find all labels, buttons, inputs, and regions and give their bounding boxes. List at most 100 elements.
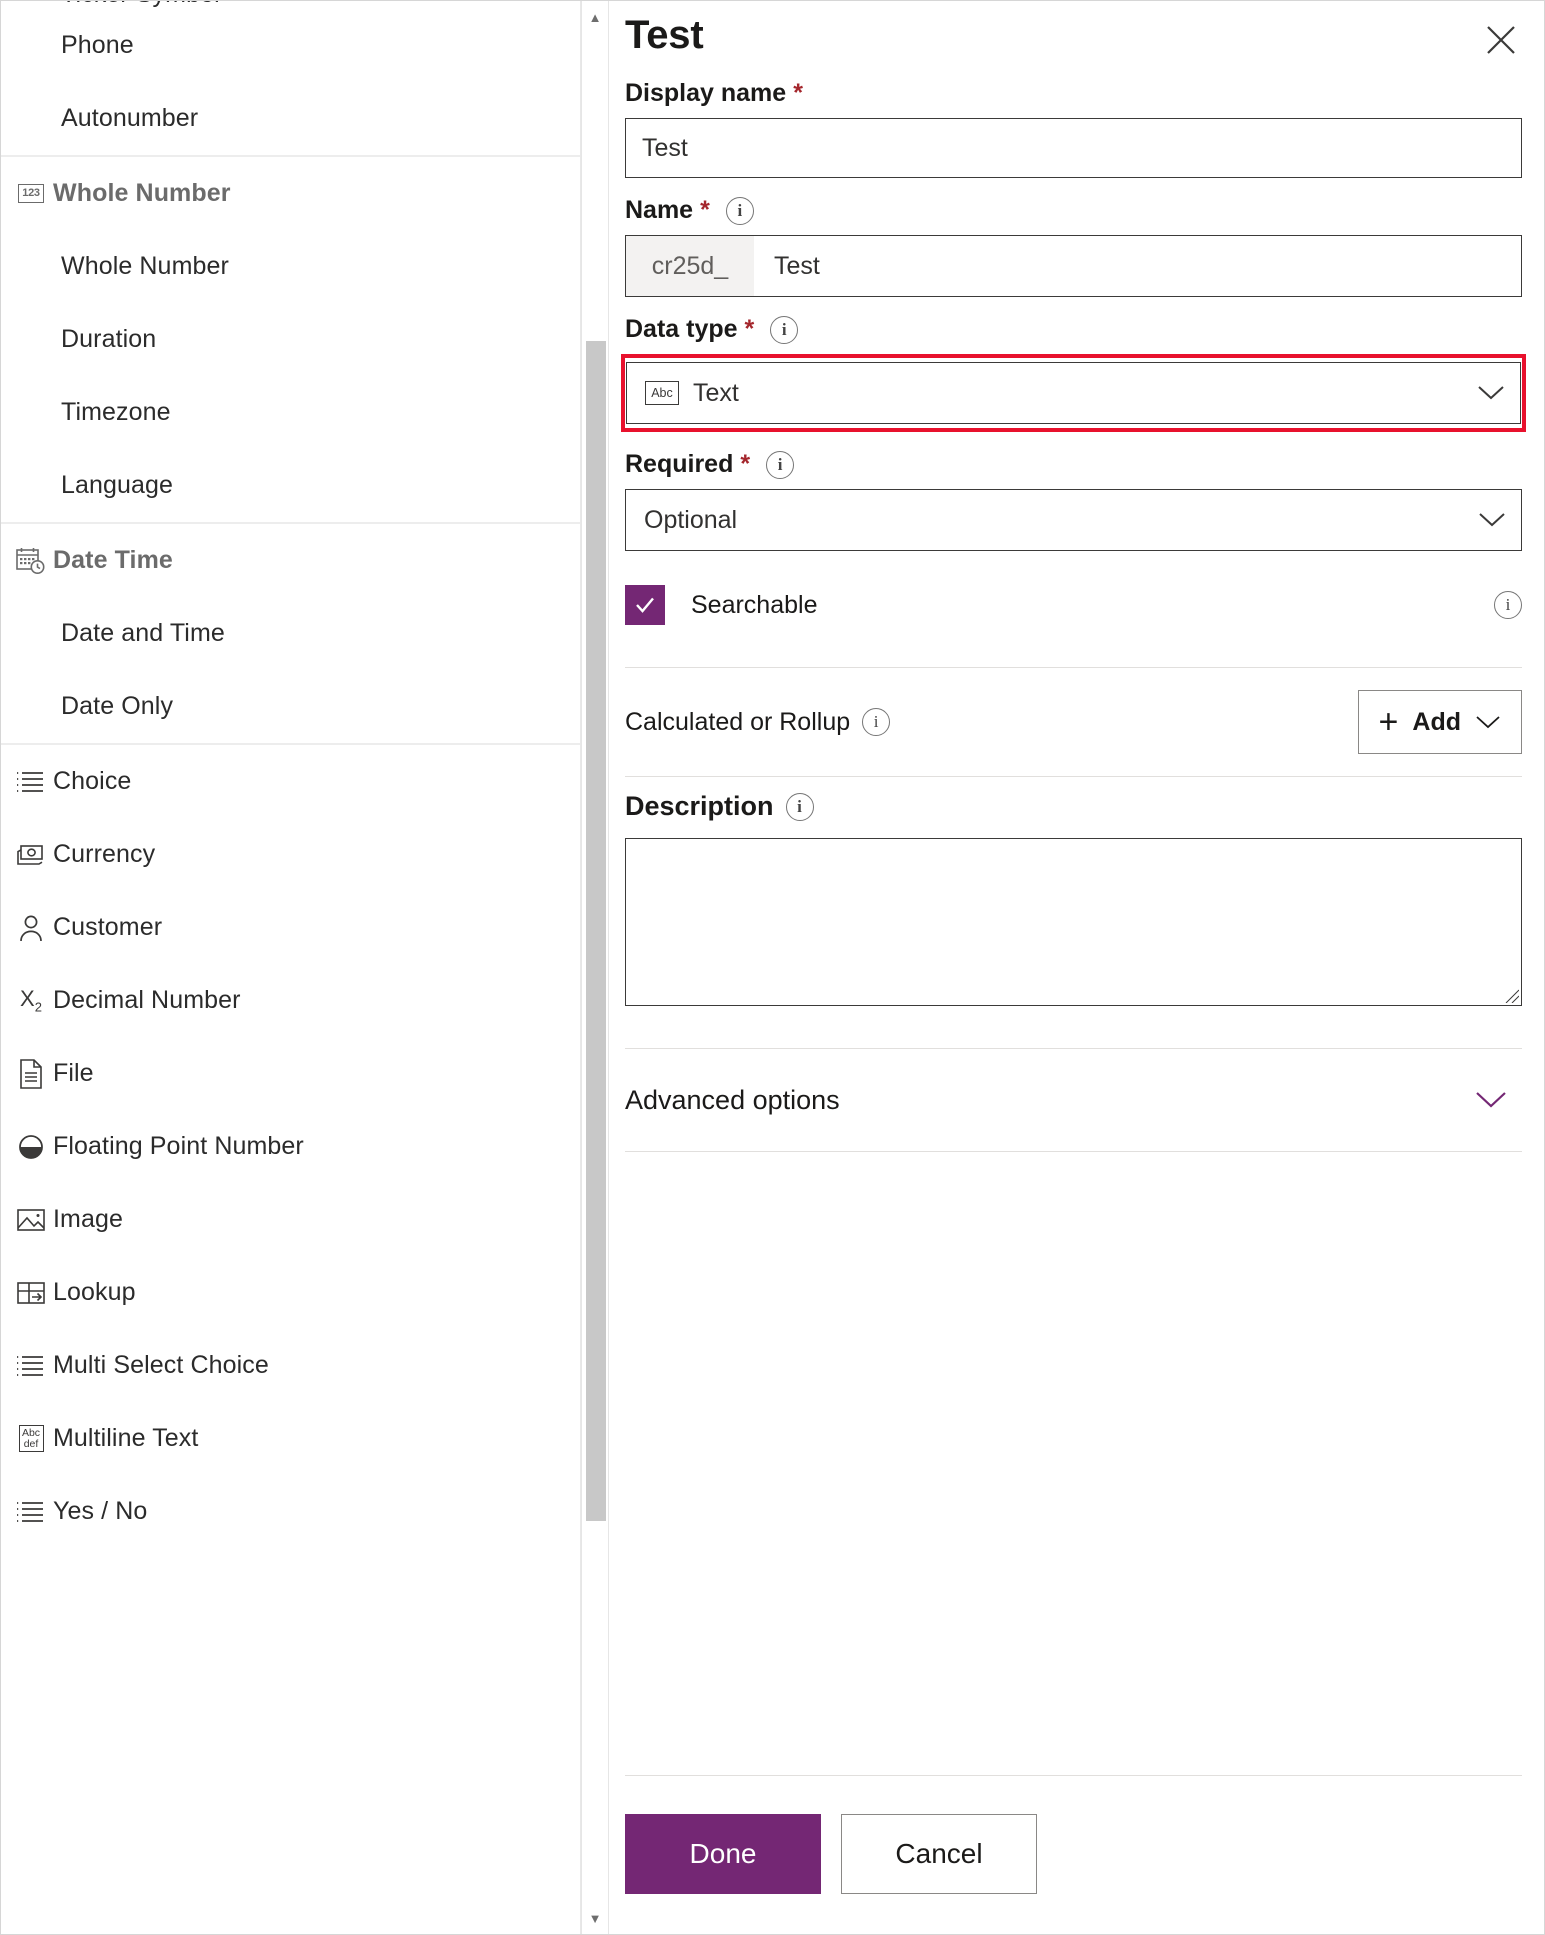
info-icon[interactable]: i (1494, 591, 1522, 619)
list-item-label: Yes / No (53, 1497, 148, 1525)
name-label-text: Name (625, 196, 694, 224)
banknote-icon (9, 843, 53, 867)
add-button-label: Add (1412, 707, 1461, 736)
info-icon[interactable]: i (725, 196, 754, 225)
scrollbar-thumb[interactable] (586, 341, 606, 1521)
list-item-duration[interactable]: Duration (1, 303, 580, 376)
list-item-autonumber[interactable]: Autonumber (1, 82, 580, 155)
list-item-label: Phone (61, 31, 134, 59)
list-item-label: Autonumber (61, 104, 199, 132)
add-button[interactable]: + Add (1357, 690, 1522, 754)
resize-grip-icon (1505, 989, 1519, 1003)
required-label-text: Required (625, 450, 734, 478)
abc-def-box-icon: Abc def (9, 1425, 53, 1452)
chevron-down-icon[interactable] (1477, 511, 1507, 529)
list-item-phone[interactable]: Phone (1, 9, 580, 82)
list-item-multiline-text[interactable]: Abc def Multiline Text (1, 1402, 580, 1475)
description-field: Description i (625, 777, 1522, 1006)
list-item-language[interactable]: Language (1, 449, 580, 522)
scroll-down-arrow-icon[interactable]: ▼ (582, 1904, 608, 1932)
calculated-or-rollup-label: Calculated or Rollup i (625, 707, 891, 737)
panel-footer: Done Cancel (625, 1775, 1522, 1934)
searchable-checkbox[interactable] (625, 585, 665, 625)
required-label: Required * i (625, 450, 1522, 479)
list-item-label: Timezone (61, 398, 171, 426)
panel-scrollbar[interactable]: ▲ ▼ (581, 1, 609, 1934)
calculated-or-rollup-label-text: Calculated or Rollup (625, 707, 851, 736)
info-icon[interactable]: i (862, 708, 891, 736)
list-item-yes-no[interactable]: Yes / No (1, 1475, 580, 1548)
name-field: Name * i cr25d_ Test (625, 196, 1522, 297)
required-selected-value: Optional (644, 505, 738, 534)
searchable-label: Searchable (691, 590, 818, 619)
list-item-label: Whole Number (61, 252, 229, 280)
data-type-field: Data type * i Abc Text (621, 315, 1526, 432)
lookup-table-arrow-icon (9, 1280, 53, 1306)
chevron-down-icon[interactable] (1475, 715, 1501, 730)
required-asterisk: * (740, 450, 751, 478)
list-item-date-and-time[interactable]: Date and Time (1, 597, 580, 670)
list-item-timezone[interactable]: Timezone (1, 376, 580, 449)
display-name-label: Display name * (625, 79, 1522, 108)
list-item-image[interactable]: Image (1, 1183, 580, 1256)
plus-icon: + (1378, 703, 1399, 741)
list-item-whole-number[interactable]: Whole Number (1, 230, 580, 303)
info-icon[interactable]: i (770, 315, 799, 344)
scroll-up-arrow-icon[interactable]: ▲ (582, 3, 608, 31)
advanced-options-label: Advanced options (625, 1084, 840, 1115)
required-asterisk: * (744, 315, 755, 343)
page-title: Test (625, 13, 704, 57)
list-item-label: Decimal Number (53, 986, 241, 1014)
person-icon (9, 914, 53, 942)
list-item-floating-point-number[interactable]: Floating Point Number (1, 1110, 580, 1183)
required-asterisk: * (793, 79, 803, 107)
required-asterisk: * (700, 196, 710, 224)
x-subscript-2-icon: X2 (20, 986, 42, 1015)
display-name-input[interactable]: Test (625, 118, 1522, 178)
list-item-choice[interactable]: Choice (1, 745, 580, 818)
data-type-group: Ticker Symbol Phone Autonumber (1, 1, 580, 157)
123-box-icon: 123 (9, 184, 53, 203)
list-item-decimal-number[interactable]: X2 Decimal Number (1, 964, 580, 1037)
done-button[interactable]: Done (625, 1814, 821, 1894)
data-type-group: 123 Whole Number Whole Number Duration T… (1, 157, 580, 524)
data-type-label: Data type * i (625, 315, 1522, 344)
list-item-label: Ticker Symbol (53, 1, 220, 9)
info-icon[interactable]: i (785, 792, 814, 821)
list-group-header-label: Date Time (53, 546, 173, 574)
chevron-down-icon[interactable] (1474, 1090, 1522, 1110)
required-dropdown[interactable]: Optional (625, 489, 1522, 551)
field-properties-screen: Ticker Symbol Phone Autonumber 123 Who (0, 0, 1545, 1935)
close-icon[interactable] (1480, 19, 1522, 61)
searchable-row: Searchable i (625, 585, 1522, 625)
list-item-date-only[interactable]: Date Only (1, 670, 580, 743)
half-filled-circle-icon (9, 1134, 53, 1160)
list-item-currency[interactable]: Currency (1, 818, 580, 891)
list-item-ticker-symbol[interactable]: Ticker Symbol (1, 1, 580, 9)
list-icon (9, 770, 53, 794)
list-group-header-whole-number[interactable]: 123 Whole Number (1, 157, 580, 230)
name-input-group: cr25d_ Test (625, 235, 1522, 297)
field-properties-panel: Test Display name * Test Name * i cr25d_… (609, 1, 1544, 1934)
advanced-options-row[interactable]: Advanced options (625, 1048, 1522, 1152)
name-label: Name * i (625, 196, 1522, 225)
list-item-label: Multiline Text (53, 1424, 199, 1452)
picture-icon (9, 1207, 53, 1233)
calculated-or-rollup-row: Calculated or Rollup i + Add (625, 668, 1522, 776)
list-item-label: Date and Time (61, 619, 225, 647)
name-input[interactable]: Test (754, 236, 1521, 296)
info-icon[interactable]: i (766, 450, 795, 479)
name-prefix: cr25d_ (626, 236, 754, 296)
list-item-customer[interactable]: Customer (1, 891, 580, 964)
list-item-multi-select-choice[interactable]: Multi Select Choice (1, 1329, 580, 1402)
chevron-down-icon[interactable] (1476, 384, 1506, 402)
description-textarea[interactable] (625, 838, 1522, 1006)
list-item-file[interactable]: File (1, 1037, 580, 1110)
cancel-button[interactable]: Cancel (841, 1814, 1037, 1894)
list-item-lookup[interactable]: Lookup (1, 1256, 580, 1329)
data-type-dropdown[interactable]: Abc Text (626, 362, 1521, 424)
list-item-label: Date Only (61, 692, 174, 720)
list-item-label: Image (53, 1205, 123, 1233)
list-item-label: Floating Point Number (53, 1132, 304, 1160)
list-group-header-date-time[interactable]: Date Time (1, 524, 580, 597)
